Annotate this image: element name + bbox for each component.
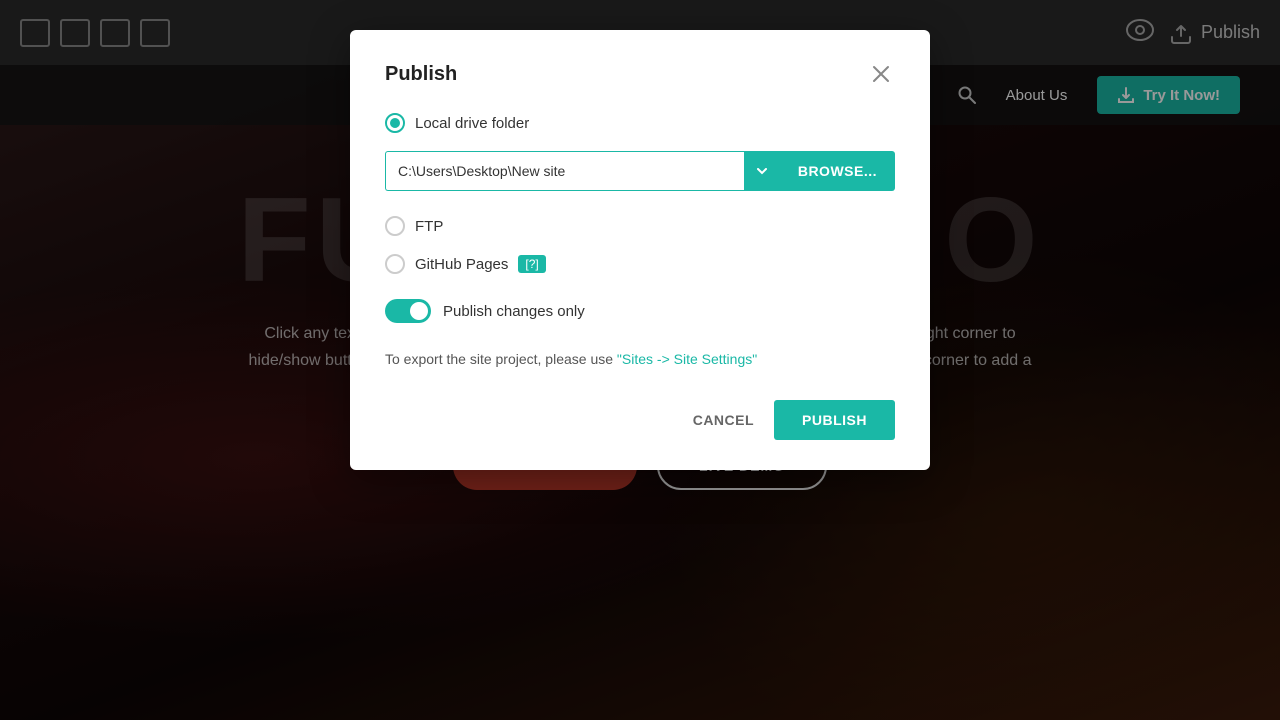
browse-button[interactable]: BROWSE... — [780, 151, 895, 191]
toggle-label: Publish changes only — [443, 303, 585, 320]
export-text-prefix: To export the site project, please use — [385, 351, 617, 367]
path-input[interactable] — [385, 151, 744, 191]
export-text: To export the site project, please use "… — [385, 348, 895, 370]
export-link[interactable]: "Sites -> Site Settings" — [617, 351, 757, 367]
local-drive-radio[interactable] — [385, 113, 405, 133]
modal-header: Publish — [385, 60, 895, 88]
publish-button[interactable]: PUBLISH — [774, 400, 895, 440]
local-drive-option[interactable]: Local drive folder — [385, 113, 895, 133]
modal-footer: CANCEL PUBLISH — [385, 400, 895, 440]
github-option[interactable]: GitHub Pages [?] — [385, 254, 895, 274]
ftp-option[interactable]: FTP — [385, 216, 895, 236]
publish-modal: Publish Local drive folder BROWSE... FTP… — [350, 30, 930, 470]
ftp-radio[interactable] — [385, 216, 405, 236]
toggle-row: Publish changes only — [385, 299, 895, 323]
path-dropdown-button[interactable] — [744, 151, 780, 191]
cancel-button[interactable]: CANCEL — [688, 402, 759, 438]
github-help-badge[interactable]: [?] — [518, 255, 545, 273]
ftp-label: FTP — [415, 218, 443, 235]
local-drive-label: Local drive folder — [415, 115, 529, 132]
github-radio[interactable] — [385, 254, 405, 274]
close-button[interactable] — [867, 60, 895, 88]
publish-changes-toggle[interactable] — [385, 299, 431, 323]
github-label: GitHub Pages — [415, 256, 508, 273]
path-row: BROWSE... — [385, 151, 895, 191]
modal-title: Publish — [385, 63, 457, 86]
